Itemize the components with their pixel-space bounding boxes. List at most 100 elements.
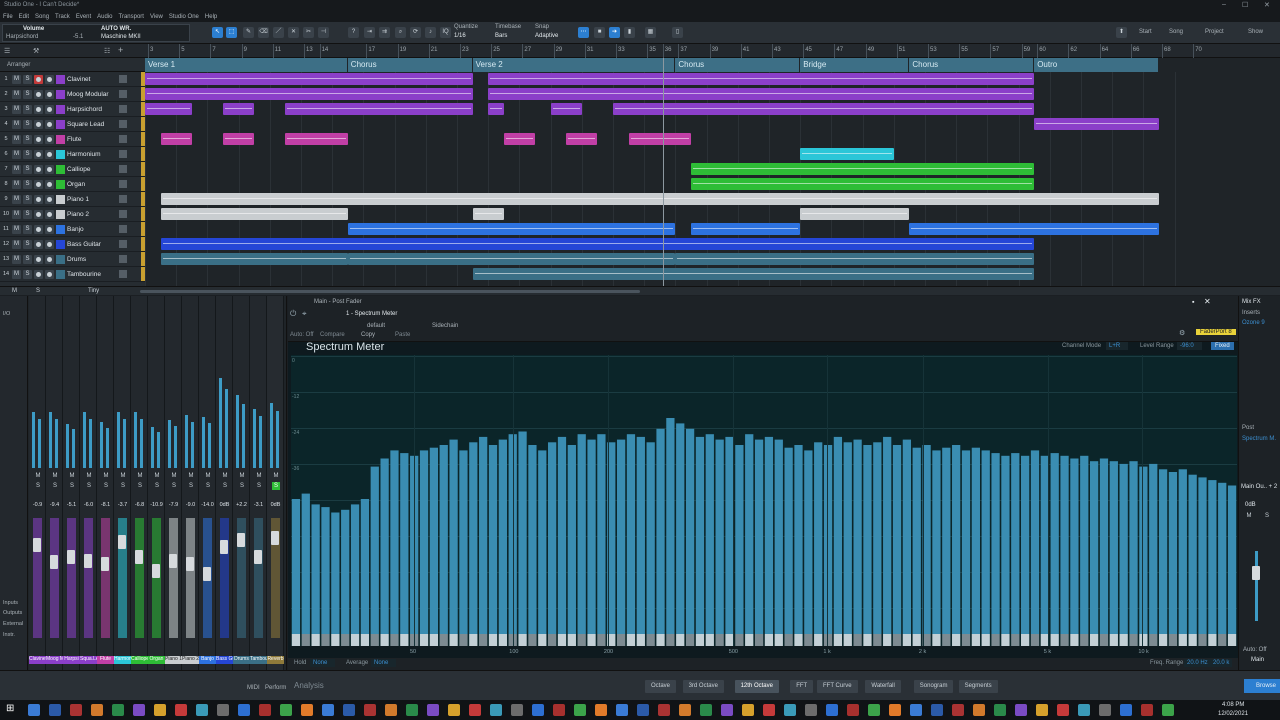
event-clip[interactable] xyxy=(223,133,255,145)
event-clip[interactable] xyxy=(628,133,691,145)
track-record-button[interactable] xyxy=(34,89,43,99)
taskbar-app-icon[interactable] xyxy=(175,704,187,716)
channel-mute[interactable]: M xyxy=(68,472,76,480)
add-track-icon[interactable]: + xyxy=(118,45,123,55)
track-mute-button[interactable]: M xyxy=(12,269,21,279)
taskbar-app-icon[interactable] xyxy=(910,704,922,716)
track-monitor-button[interactable] xyxy=(45,239,54,249)
taskbar-app-icon[interactable] xyxy=(427,704,439,716)
event-clip[interactable] xyxy=(800,148,894,160)
spectrum-insert[interactable]: Spectrum M. xyxy=(1242,436,1276,442)
mute-tool-icon[interactable]: ✕ xyxy=(288,27,299,38)
channel-solo[interactable]: S xyxy=(221,482,229,490)
taskbar-app-icon[interactable] xyxy=(1057,704,1069,716)
event-clip[interactable] xyxy=(909,223,1159,235)
event-clip[interactable] xyxy=(613,103,1035,115)
event-clip[interactable] xyxy=(503,133,535,145)
track-solo-button[interactable]: S xyxy=(23,74,32,84)
channel-fader[interactable] xyxy=(186,557,194,571)
analysis-tab-fft[interactable]: FFT xyxy=(790,680,814,693)
song-button[interactable]: Song xyxy=(1169,29,1183,35)
channel-mute[interactable]: M xyxy=(34,472,42,480)
event-clip[interactable] xyxy=(1034,118,1159,130)
lock-icon[interactable]: ▯ xyxy=(672,27,683,38)
taskbar-app-icon[interactable] xyxy=(154,704,166,716)
show-button[interactable]: Show xyxy=(1248,29,1263,35)
paint-tool-icon[interactable]: ／ xyxy=(273,27,284,38)
event-clip[interactable] xyxy=(488,103,504,115)
taskbar-app-icon[interactable] xyxy=(1078,704,1090,716)
main-fader[interactable] xyxy=(1252,566,1260,580)
taskbar-app-icon[interactable] xyxy=(322,704,334,716)
track-record-button[interactable] xyxy=(34,179,43,189)
maximize-button[interactable]: ☐ xyxy=(1242,1,1248,9)
channel-fader[interactable] xyxy=(169,554,177,568)
event-clip[interactable] xyxy=(160,253,348,265)
track-row[interactable]: 4 M S Square Lead xyxy=(0,117,145,132)
track-monitor-button[interactable] xyxy=(45,224,54,234)
channel-solo[interactable]: S xyxy=(34,482,42,490)
taskbar-app-icon[interactable] xyxy=(805,704,817,716)
taskbar-app-icon[interactable] xyxy=(616,704,628,716)
snap-next-icon[interactable]: ⇥ xyxy=(364,27,375,38)
zoom-icon[interactable]: ⌕ xyxy=(395,27,406,38)
track-solo-button[interactable]: S xyxy=(23,134,32,144)
track-monitor-button[interactable] xyxy=(45,119,54,129)
autoscroll-icon[interactable]: ⇉ xyxy=(379,27,390,38)
perform-label[interactable]: Perform xyxy=(265,685,286,691)
track-record-button[interactable] xyxy=(34,254,43,264)
timebase-value[interactable]: Bars xyxy=(495,33,507,39)
event-clip[interactable] xyxy=(223,103,255,115)
channel-solo[interactable]: S xyxy=(238,482,246,490)
channel-solo[interactable]: S xyxy=(68,482,76,490)
channel-mute[interactable]: M xyxy=(51,472,59,480)
channel-mute[interactable]: M xyxy=(136,472,144,480)
forward-icon[interactable]: ➔ xyxy=(609,27,620,38)
track-monitor-button[interactable] xyxy=(45,209,54,219)
upload-icon[interactable]: ⬆ xyxy=(1116,27,1127,38)
track-row[interactable]: 6 M S Harmonium xyxy=(0,147,145,162)
windows-start-icon[interactable]: ⊞ xyxy=(6,703,14,714)
main-mute[interactable]: M xyxy=(1245,512,1253,520)
channel-fader[interactable] xyxy=(254,550,262,564)
taskbar-app-icon[interactable] xyxy=(490,704,502,716)
event-clip[interactable] xyxy=(691,223,801,235)
track-monitor-button[interactable] xyxy=(45,164,54,174)
taskbar-app-icon[interactable] xyxy=(385,704,397,716)
channel-solo[interactable]: S xyxy=(272,482,280,490)
channel-fader[interactable] xyxy=(220,540,228,554)
inspector-icon[interactable]: ☷ xyxy=(104,47,110,55)
track-instrument-icon[interactable] xyxy=(119,135,127,143)
taskbar-app-icon[interactable] xyxy=(133,704,145,716)
channel-mute[interactable]: M xyxy=(119,472,127,480)
track-monitor-button[interactable] xyxy=(45,269,54,279)
fixed-button[interactable]: Fixed xyxy=(1211,342,1234,350)
track-row[interactable]: 10 M S Piano 2 xyxy=(0,207,145,222)
track-record-button[interactable] xyxy=(34,119,43,129)
track-record-button[interactable] xyxy=(34,209,43,219)
event-clip[interactable] xyxy=(691,163,1035,175)
preset-select[interactable]: default xyxy=(367,323,385,329)
track-mute-button[interactable]: M xyxy=(12,149,21,159)
taskbar-app-icon[interactable] xyxy=(931,704,943,716)
arranger-section-outro[interactable]: Outro xyxy=(1034,58,1159,72)
analysis-tab-fft-curve[interactable]: FFT Curve xyxy=(817,680,858,693)
taskbar-app-icon[interactable] xyxy=(553,704,565,716)
track-solo-button[interactable]: S xyxy=(23,209,32,219)
event-clip[interactable] xyxy=(160,133,192,145)
analysis-tab-segments[interactable]: Segments xyxy=(958,680,998,693)
parameter-display[interactable]: Volume Harpsichord -5.1 AUTO WR. Maschin… xyxy=(2,24,190,42)
channel-fader[interactable] xyxy=(33,538,41,552)
track-solo-button[interactable]: S xyxy=(23,164,32,174)
track-instrument-icon[interactable] xyxy=(119,210,127,218)
taskbar-app-icon[interactable] xyxy=(1162,704,1174,716)
bend-tool-icon[interactable]: ⊣ xyxy=(318,27,329,38)
track-solo-button[interactable]: S xyxy=(23,239,32,249)
track-mute-button[interactable]: M xyxy=(12,254,21,264)
list-icon[interactable]: ☰ xyxy=(4,47,10,55)
average-select[interactable]: None xyxy=(371,659,397,667)
horizontal-scrollbar[interactable] xyxy=(140,290,640,293)
channel-solo[interactable]: S xyxy=(102,482,110,490)
channel-solo[interactable]: S xyxy=(204,482,212,490)
taskbar-app-icon[interactable] xyxy=(679,704,691,716)
